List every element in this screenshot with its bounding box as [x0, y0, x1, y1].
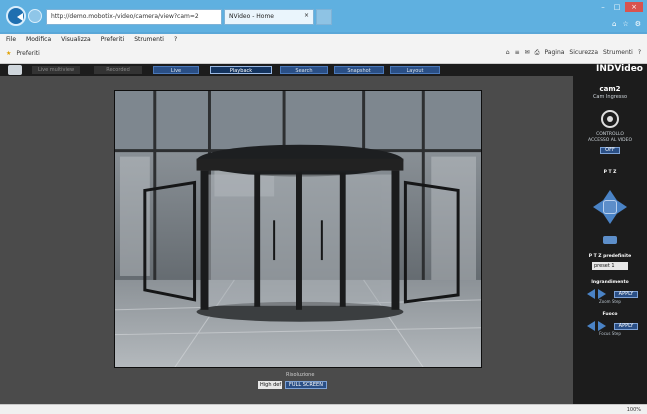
camera-image — [115, 91, 481, 367]
status-bar: 100% — [0, 404, 647, 414]
cmd-page[interactable]: Pagina — [544, 49, 564, 57]
toolbar-button-snapshot[interactable]: Snapshot — [334, 66, 384, 74]
new-tab-button[interactable] — [316, 9, 332, 25]
ptz-title: P T Z — [603, 170, 617, 175]
zoom-in-arrow-icon[interactable] — [597, 289, 611, 299]
menu-item-view[interactable]: Visualizza — [61, 36, 91, 44]
zoom-apply-button[interactable]: APPLY — [613, 290, 639, 298]
zoom-level[interactable]: 100% — [627, 407, 641, 413]
help-icon[interactable]: ? — [638, 49, 641, 57]
brand-logo: INDVideo — [596, 64, 643, 74]
resolution-label: Risoluzione — [286, 372, 315, 378]
video-controls: High def FULL SCREEN — [258, 381, 327, 389]
favorites-star-icon[interactable]: ☆ — [622, 20, 628, 28]
menu-item-edit[interactable]: Modifica — [26, 36, 51, 44]
app-logo-icon — [8, 65, 22, 75]
toolbar-button-playback[interactable]: Playback — [210, 66, 272, 74]
zoom-hint: Zoom Step — [599, 299, 621, 304]
gear-icon[interactable]: ⚙ — [635, 20, 641, 28]
ptz-down-arrow-icon[interactable] — [602, 212, 618, 232]
toolbar-button-multiview[interactable]: Live multiview — [32, 66, 80, 74]
camera-video-feed[interactable] — [114, 90, 482, 368]
pointer-control-icon[interactable] — [601, 110, 619, 128]
preset-title: P T Z predefinite — [588, 254, 632, 259]
browser-chrome: http://demo.mobotix-/video/camera/view?c… — [0, 0, 647, 64]
browser-tab[interactable]: NVideo - Home × — [224, 9, 314, 25]
favorites-star-icon: ★ — [6, 50, 12, 57]
home-small-icon[interactable]: ⌂ — [506, 49, 510, 57]
menu-item-file[interactable]: File — [6, 36, 16, 44]
window-controls: – □ × — [597, 2, 643, 12]
camera-location: Cam Ingresso — [592, 94, 628, 100]
tab-title: NVideo - Home — [229, 13, 274, 20]
toolbar-button-live[interactable]: Live — [153, 66, 199, 74]
ptz-center-button[interactable] — [603, 200, 617, 214]
ptz-right-arrow-icon[interactable] — [615, 199, 635, 215]
menu-item-help[interactable]: ? — [174, 36, 177, 44]
close-button[interactable]: × — [625, 2, 643, 12]
focus-title: Fuoco — [602, 312, 618, 317]
pointer-control-label: CONTROLLO ACCESSO AL VIDEO — [587, 132, 633, 143]
menu-item-favorites[interactable]: Preferiti — [101, 36, 125, 44]
ptz-left-arrow-icon[interactable] — [585, 199, 605, 215]
nvideo-app: Live multiview Recorded Live Playback Se… — [0, 64, 647, 404]
focus-near-arrow-icon[interactable] — [582, 321, 595, 331]
camera-control-panel: cam2 Cam Ingresso CONTROLLO ACCESSO AL V… — [573, 76, 647, 404]
app-toolbar: Live multiview Recorded Live Playback Se… — [0, 64, 647, 76]
resolution-select[interactable]: High def — [258, 381, 282, 389]
toolbar-icons: ⌂ ☆ ⚙ — [612, 20, 641, 28]
focus-apply-button[interactable]: APPLY — [613, 322, 639, 330]
zoom-title: Ingrandimento — [591, 280, 629, 285]
home-icon[interactable]: ⌂ — [612, 20, 616, 28]
command-bar: ⌂ ≡ ✉ ⎙ Pagina Sicurezza Strumenti ? — [506, 49, 641, 57]
cmd-security[interactable]: Sicurezza — [569, 49, 598, 57]
toolbar-button-recorded[interactable]: Recorded — [94, 66, 142, 74]
print-icon[interactable]: ⎙ — [535, 49, 540, 57]
feeds-icon[interactable]: ≡ — [515, 49, 520, 57]
video-area: Risoluzione High def FULL SCREEN — [0, 76, 573, 404]
fullscreen-button[interactable]: FULL SCREEN — [285, 381, 327, 389]
title-bar: http://demo.mobotix-/video/camera/view?c… — [0, 0, 647, 32]
menu-bar: File Modifica Visualizza Preferiti Strum… — [0, 34, 647, 46]
cmd-tools[interactable]: Strumenti — [603, 49, 633, 57]
toolbar-button-layout[interactable]: Layout — [390, 66, 440, 74]
ptz-pad — [585, 182, 635, 232]
menu-item-tools[interactable]: Strumenti — [134, 36, 164, 44]
zoom-controls: APPLY — [573, 289, 647, 299]
back-button[interactable] — [6, 6, 26, 26]
focus-controls: APPLY — [573, 321, 647, 331]
pointer-toggle-button[interactable]: OFF — [600, 147, 620, 154]
minimize-button[interactable]: – — [597, 2, 609, 12]
address-text: http://demo.mobotix-/video/camera/view?c… — [51, 13, 199, 20]
favorites-label[interactable]: Preferiti — [16, 50, 40, 57]
maximize-button[interactable]: □ — [611, 2, 623, 12]
toolbar-button-search[interactable]: Search — [280, 66, 328, 74]
focus-far-arrow-icon[interactable] — [597, 321, 611, 331]
forward-button[interactable] — [28, 9, 42, 23]
ptz-home-button[interactable] — [603, 236, 617, 244]
address-bar[interactable]: http://demo.mobotix-/video/camera/view?c… — [46, 9, 222, 25]
camera-name: cam2 — [599, 85, 621, 93]
preset-select[interactable]: preset 1 — [592, 262, 628, 270]
mail-icon[interactable]: ✉ — [525, 49, 530, 57]
focus-hint: Focus Step — [599, 331, 621, 336]
zoom-out-arrow-icon[interactable] — [582, 289, 595, 299]
tab-close-icon[interactable]: × — [304, 12, 309, 19]
